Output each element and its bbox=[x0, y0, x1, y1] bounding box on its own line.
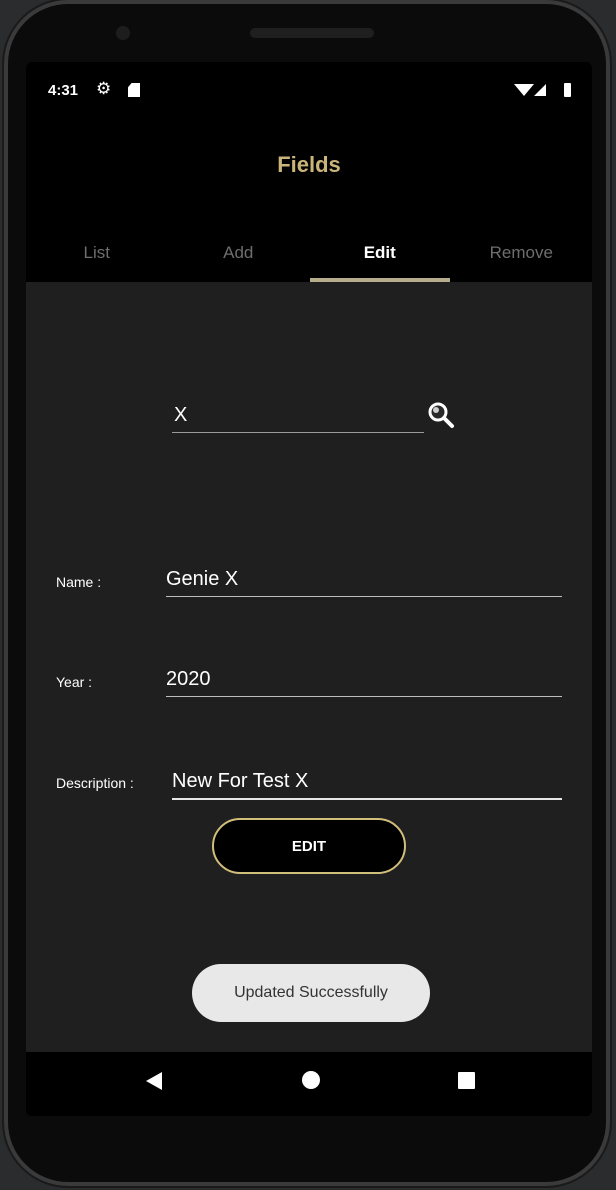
phone-device: 4:31 ⚙ Fields List Add Edit Remove X Nam… bbox=[4, 0, 610, 1186]
page-title: Fields bbox=[277, 152, 341, 177]
search-icon[interactable] bbox=[426, 400, 456, 430]
signal-icon bbox=[534, 84, 546, 96]
screen: 4:31 ⚙ Fields List Add Edit Remove X Nam… bbox=[26, 62, 592, 1116]
search-row bbox=[172, 398, 462, 438]
toast-message: Updated Successfully bbox=[192, 964, 430, 1022]
recents-icon[interactable] bbox=[458, 1072, 475, 1089]
description-field[interactable] bbox=[172, 764, 562, 800]
status-bar: 4:31 ⚙ bbox=[26, 62, 592, 122]
status-time: 4:31 bbox=[48, 82, 79, 99]
tab-label: Remove bbox=[489, 243, 553, 262]
tab-label: List bbox=[83, 243, 110, 262]
tab-label: Edit bbox=[363, 243, 396, 262]
year-label: Year : bbox=[56, 674, 93, 690]
tab-edit[interactable]: Edit bbox=[309, 232, 451, 282]
tab-label: Add bbox=[223, 243, 254, 262]
search-input[interactable] bbox=[172, 398, 424, 433]
navigation-bar bbox=[26, 1052, 592, 1116]
tab-bar: List Add Edit Remove bbox=[26, 232, 592, 282]
battery-icon bbox=[564, 83, 571, 97]
edit-form-panel: Name : Year : Description : EDIT Updated… bbox=[26, 282, 592, 1052]
sd-card-icon bbox=[128, 83, 140, 97]
edit-button[interactable]: EDIT bbox=[212, 818, 406, 874]
tab-add[interactable]: Add bbox=[168, 232, 310, 282]
description-label: Description : bbox=[56, 775, 134, 791]
back-icon[interactable] bbox=[146, 1072, 162, 1090]
wifi-icon bbox=[514, 84, 534, 96]
name-label: Name : bbox=[56, 574, 102, 590]
gear-icon: ⚙ bbox=[96, 79, 112, 98]
tab-remove[interactable]: Remove bbox=[451, 232, 593, 282]
front-camera bbox=[116, 26, 130, 40]
name-field[interactable] bbox=[166, 562, 562, 597]
earpiece-speaker bbox=[250, 28, 374, 38]
tab-list[interactable]: List bbox=[26, 232, 168, 282]
year-field[interactable] bbox=[166, 662, 562, 697]
home-icon[interactable] bbox=[302, 1071, 320, 1089]
